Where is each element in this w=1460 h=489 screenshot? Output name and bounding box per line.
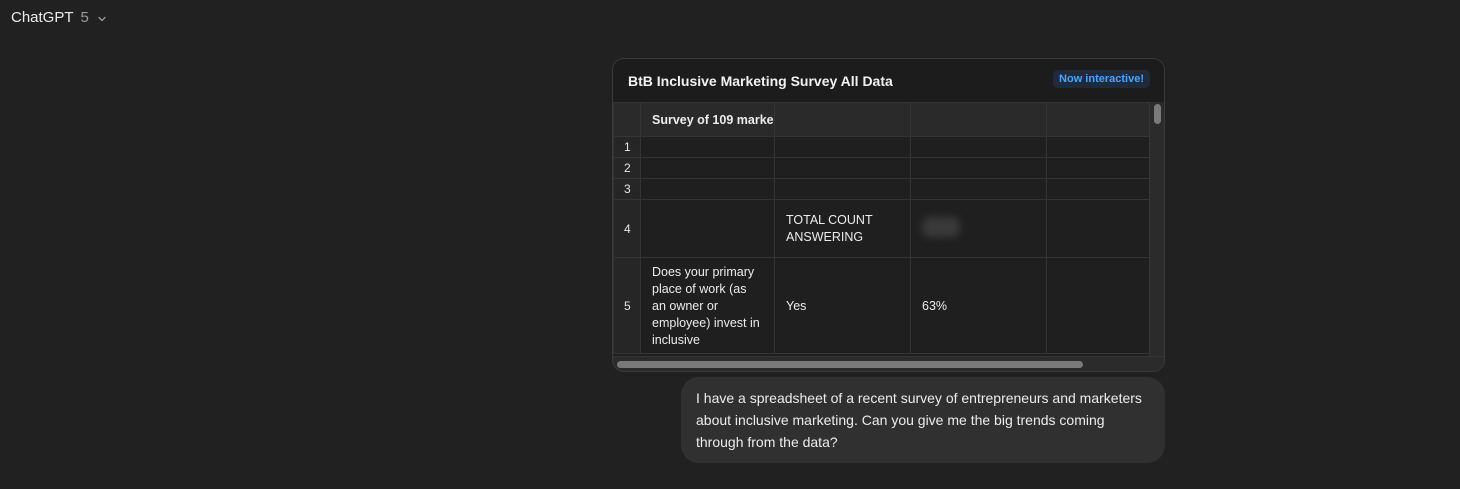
model-version: 5: [80, 9, 89, 26]
user-message: I have a spreadsheet of a recent survey …: [681, 377, 1165, 463]
corner-cell: [613, 102, 641, 137]
cell[interactable]: Does your primary place of work (as an o…: [640, 257, 775, 354]
cell[interactable]: 63%: [910, 257, 1047, 354]
cell-redacted[interactable]: [910, 199, 1047, 258]
cell[interactable]: [774, 178, 911, 200]
spreadsheet-grid[interactable]: Survey of 109 marke 1 2 3 4 TOTAL COUNT …: [613, 102, 1151, 358]
cell[interactable]: [640, 157, 775, 179]
cell[interactable]: [640, 178, 775, 200]
row-number: 4: [613, 199, 641, 258]
cell[interactable]: [774, 136, 911, 158]
cell[interactable]: [640, 199, 775, 258]
vertical-scrollbar[interactable]: [1149, 102, 1164, 358]
table-row: 4 TOTAL COUNT ANSWERING: [613, 199, 1151, 258]
cell[interactable]: [1046, 257, 1151, 354]
cell[interactable]: [1046, 136, 1151, 158]
cell[interactable]: [774, 157, 911, 179]
vertical-scroll-thumb[interactable]: [1154, 104, 1161, 124]
cell[interactable]: Yes: [774, 257, 911, 354]
table-row: 2: [613, 157, 1151, 179]
table-row: 1: [613, 136, 1151, 158]
cell[interactable]: TOTAL COUNT ANSWERING: [774, 199, 911, 258]
spreadsheet-header: BtB Inclusive Marketing Survey All Data …: [613, 59, 1164, 103]
header-row: Survey of 109 marke: [613, 102, 1151, 137]
chat-screen: ChatGPT 5 BtB Inclusive Marketing Survey…: [0, 0, 1460, 489]
redacted-value: [922, 217, 960, 237]
spreadsheet-attachment[interactable]: BtB Inclusive Marketing Survey All Data …: [612, 58, 1165, 372]
cell[interactable]: [1046, 157, 1151, 179]
model-selector[interactable]: ChatGPT 5: [11, 8, 107, 28]
interactive-badge[interactable]: Now interactive!: [1053, 70, 1150, 88]
row-number: 2: [613, 157, 641, 179]
table-row: 5 Does your primary place of work (as an…: [613, 257, 1151, 354]
cell[interactable]: [910, 157, 1047, 179]
horizontal-scroll-thumb[interactable]: [617, 361, 1083, 368]
table-row: 3: [613, 178, 1151, 200]
chevron-down-icon: [98, 16, 106, 21]
spreadsheet-table: Survey of 109 marke 1 2 3 4 TOTAL COUNT …: [613, 102, 1151, 354]
header-cell[interactable]: Survey of 109 marke: [640, 102, 775, 137]
cell[interactable]: [910, 136, 1047, 158]
cell[interactable]: [910, 178, 1047, 200]
header-cell[interactable]: [774, 102, 911, 137]
header-cell[interactable]: [1046, 102, 1151, 137]
cell[interactable]: [640, 136, 775, 158]
header-cell[interactable]: [910, 102, 1047, 137]
model-name: ChatGPT: [11, 9, 74, 26]
row-number: 5: [613, 257, 641, 354]
cell[interactable]: [1046, 178, 1151, 200]
horizontal-scrollbar[interactable]: [613, 356, 1164, 371]
cell[interactable]: [1046, 199, 1151, 258]
spreadsheet-title: BtB Inclusive Marketing Survey All Data: [628, 73, 893, 89]
row-number: 3: [613, 178, 641, 200]
row-number: 1: [613, 136, 641, 158]
